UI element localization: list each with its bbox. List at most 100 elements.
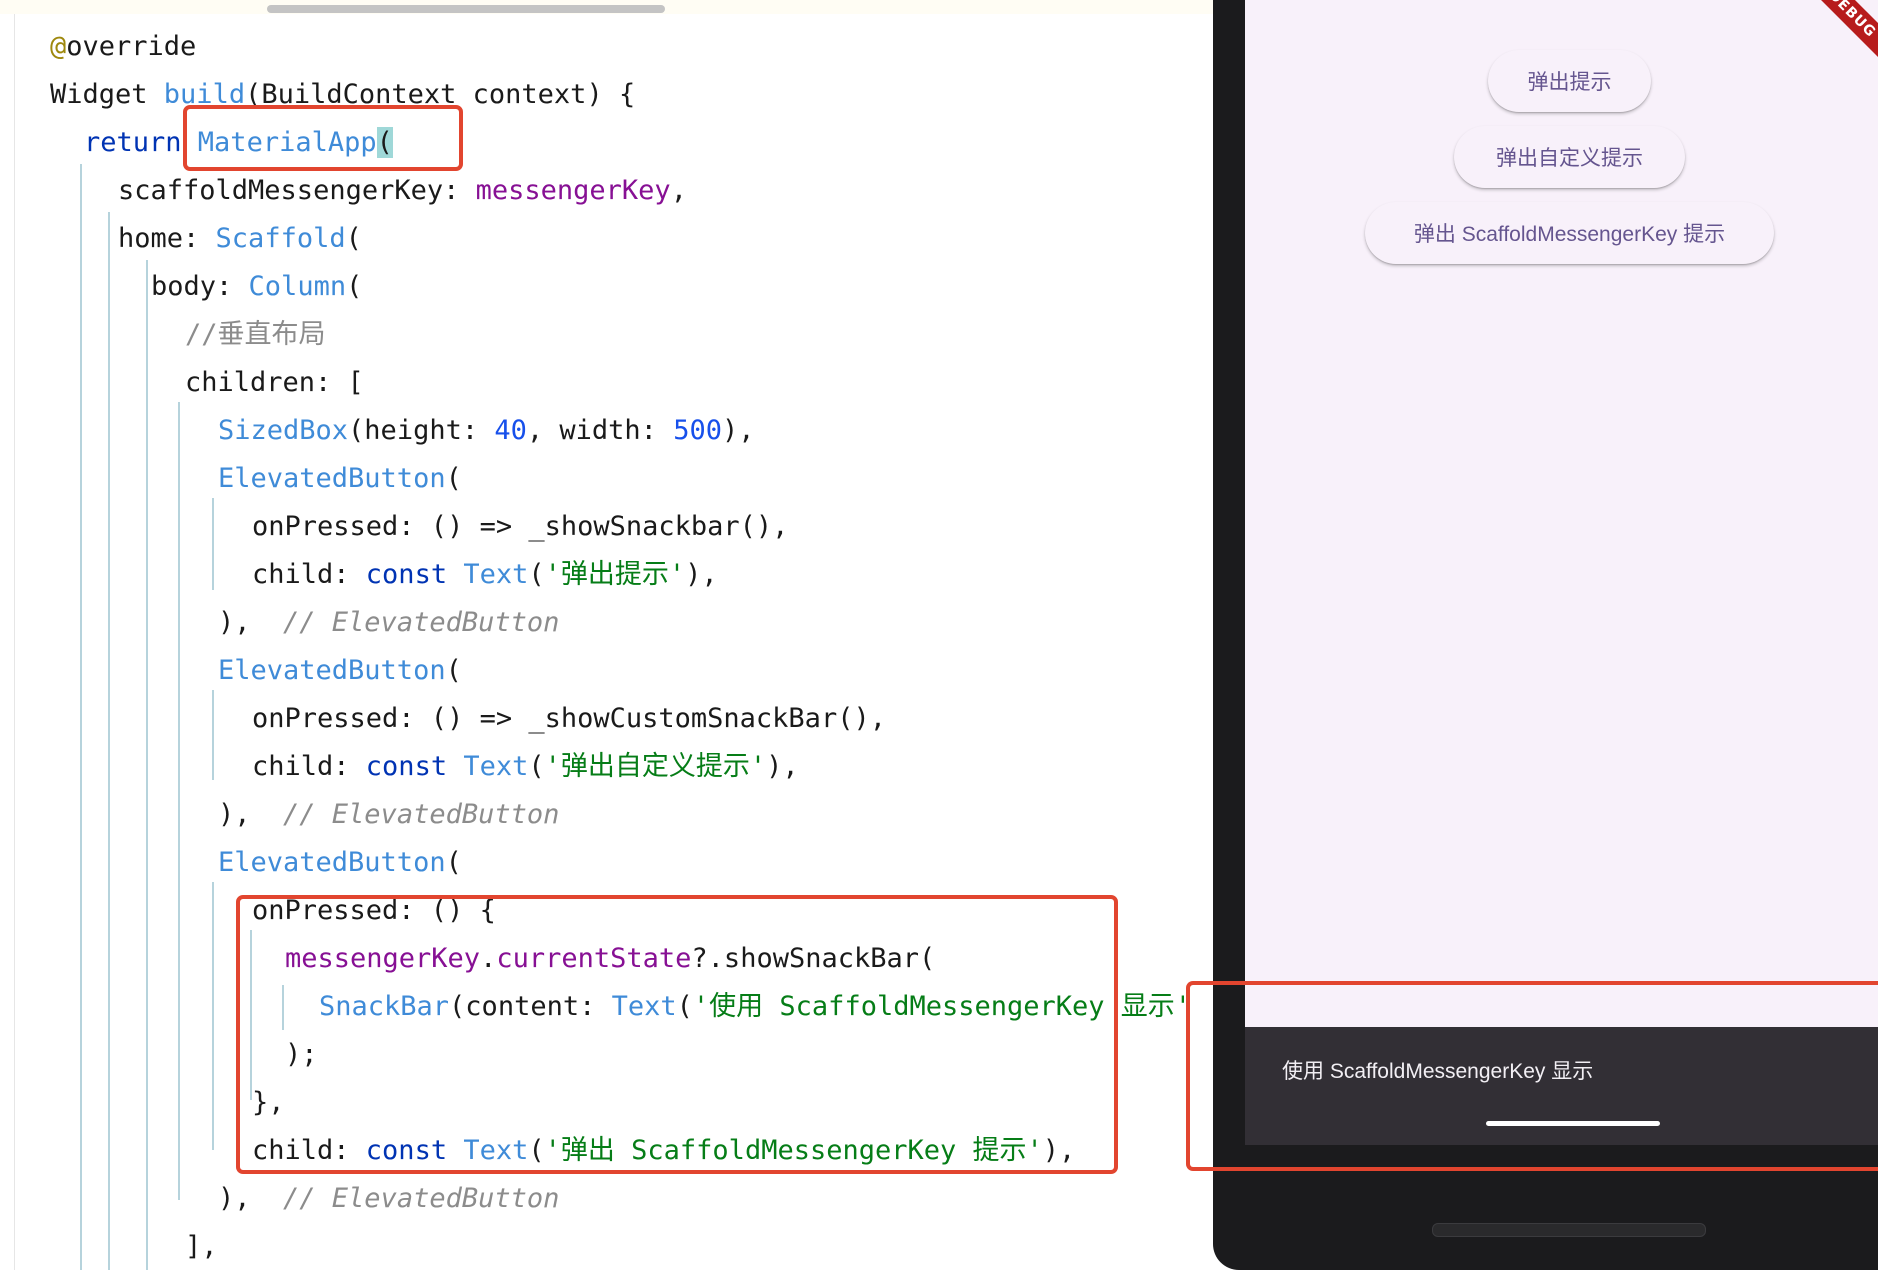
code-line[interactable]: },	[252, 1081, 285, 1125]
code-line[interactable]: @override	[50, 25, 196, 69]
code-token: ),	[218, 799, 284, 830]
horizontal-scroll-track[interactable]	[0, 0, 1218, 14]
show-custom-snackbar-button[interactable]: 弹出自定义提示	[1454, 126, 1685, 188]
code-editor[interactable]: @override Widget build(BuildContext conte…	[0, 0, 1218, 1270]
code-token: Column	[248, 271, 347, 302]
indent-guide	[212, 690, 214, 780]
code-token: return	[84, 127, 198, 158]
code-line[interactable]: ElevatedButton(	[218, 457, 462, 501]
code-token: const	[365, 1135, 464, 1166]
code-token: home:	[118, 223, 216, 254]
code-token: child:	[252, 751, 366, 782]
code-token: body:	[151, 271, 249, 302]
code-token: );	[285, 1039, 318, 1070]
code-token: currentState	[496, 943, 692, 974]
code-line[interactable]: return MaterialApp(	[84, 121, 393, 165]
code-token: SnackBar	[319, 991, 450, 1022]
code-token: scaffoldMessengerKey:	[118, 175, 476, 206]
code-token: SizedBox	[218, 415, 349, 446]
code-token: ElevatedButton	[218, 463, 446, 494]
code-token: '弹出自定义提示'	[544, 751, 767, 782]
indent-guide	[146, 260, 148, 1270]
code-token: onPressed: () => _showSnackbar(),	[252, 511, 789, 542]
code-line[interactable]: body: Column(	[151, 265, 362, 309]
code-token: (content:	[449, 991, 612, 1022]
code-line[interactable]: ],	[185, 1225, 218, 1269]
horizontal-scrollbar-thumb[interactable]	[267, 5, 665, 13]
code-token: Text	[463, 751, 529, 782]
code-line[interactable]: );	[285, 1033, 318, 1077]
show-snackbar-button-label: 弹出提示	[1527, 71, 1612, 94]
code-line[interactable]: messengerKey.currentState?.showSnackBar(	[285, 937, 935, 981]
code-token: onPressed: () {	[252, 895, 496, 926]
code-token: (	[346, 271, 363, 302]
debug-banner: DEBUG	[1801, 0, 1878, 65]
code-token: children: [	[185, 367, 364, 398]
code-token: ],	[185, 1231, 218, 1262]
code-line[interactable]: child: const Text('弹出提示'),	[252, 553, 718, 597]
code-line[interactable]: SnackBar(content: Text('使用 ScaffoldMesse…	[319, 985, 1191, 1029]
code-token: ElevatedButton	[218, 655, 446, 686]
code-token: (BuildContext context) {	[245, 79, 636, 110]
code-line[interactable]: ElevatedButton(	[218, 841, 462, 885]
code-token: (height:	[348, 415, 495, 446]
code-token: (	[445, 655, 462, 686]
code-line[interactable]: children: [	[185, 361, 364, 405]
code-token: '弹出 ScaffoldMessengerKey 提示'	[544, 1135, 1043, 1166]
code-line[interactable]: child: const Text('弹出 ScaffoldMessengerK…	[252, 1129, 1075, 1173]
indent-guide	[178, 402, 180, 1200]
code-token: ),	[218, 1183, 284, 1214]
snackbar-message: 使用 ScaffoldMessengerKey 显示	[1282, 1060, 1594, 1083]
code-token: child:	[252, 1135, 366, 1166]
code-token: Text	[463, 1135, 529, 1166]
code-token: (	[676, 991, 693, 1022]
indent-guide	[80, 164, 82, 1270]
code-token: ,	[670, 175, 687, 206]
indent-guide	[250, 930, 252, 1100]
code-token: onPressed: () => _showCustomSnackBar(),	[252, 703, 886, 734]
code-token: ),	[721, 415, 755, 446]
code-line[interactable]: //垂直布局	[185, 313, 326, 357]
code-token: (	[528, 1135, 545, 1166]
code-line[interactable]: home: Scaffold(	[118, 217, 362, 261]
show-messenger-key-snackbar-button-label: 弹出 ScaffoldMessengerKey 提示	[1413, 223, 1726, 246]
code-token: (	[345, 223, 362, 254]
code-line[interactable]: Widget build(BuildContext context) {	[50, 73, 635, 117]
code-line[interactable]: ), // ElevatedButton	[218, 601, 559, 645]
code-line[interactable]: onPressed: () => _showCustomSnackBar(),	[252, 697, 886, 741]
code-line[interactable]: onPressed: () {	[252, 889, 496, 933]
phone-screen[interactable]: DEBUG 弹出提示 弹出自定义提示 弹出 ScaffoldMessengerK…	[1245, 0, 1878, 1145]
code-token: .	[480, 943, 497, 974]
code-token: messengerKey	[285, 943, 481, 974]
code-token: ElevatedButton	[218, 847, 446, 878]
code-token: messengerKey	[475, 175, 671, 206]
home-indicator[interactable]	[1486, 1121, 1660, 1126]
code-line[interactable]: scaffoldMessengerKey: messengerKey,	[118, 169, 687, 213]
code-token: '使用 ScaffoldMessengerKey 显示'	[692, 991, 1192, 1022]
indent-guide	[282, 985, 284, 1030]
code-token: // ElevatedButton	[283, 607, 560, 638]
indent-guide	[212, 498, 214, 590]
code-token: (	[376, 127, 393, 158]
indent-guide	[212, 882, 214, 1150]
code-token: build	[163, 79, 246, 110]
code-token: Widget	[50, 79, 164, 110]
code-token: //垂直布局	[185, 319, 326, 350]
indent-guide	[108, 212, 110, 1270]
code-token: (	[528, 751, 545, 782]
code-line[interactable]: SizedBox(height: 40, width: 500),	[218, 409, 754, 453]
code-line[interactable]: child: const Text('弹出自定义提示'),	[252, 745, 799, 789]
code-token: ),	[685, 559, 718, 590]
code-token: ),	[218, 607, 284, 638]
code-token: child:	[252, 559, 366, 590]
code-line[interactable]: ElevatedButton(	[218, 649, 462, 693]
code-line[interactable]: ), // ElevatedButton	[218, 1177, 559, 1221]
phone-speaker-grille	[1432, 1223, 1706, 1237]
snackbar: 使用 ScaffoldMessengerKey 显示	[1245, 1027, 1878, 1145]
code-line[interactable]: ), // ElevatedButton	[218, 793, 559, 837]
code-line[interactable]: onPressed: () => _showSnackbar(),	[252, 505, 788, 549]
show-snackbar-button[interactable]: 弹出提示	[1488, 50, 1651, 112]
code-token: Text	[463, 559, 529, 590]
show-messenger-key-snackbar-button[interactable]: 弹出 ScaffoldMessengerKey 提示	[1365, 202, 1774, 264]
code-token: Scaffold	[215, 223, 346, 254]
